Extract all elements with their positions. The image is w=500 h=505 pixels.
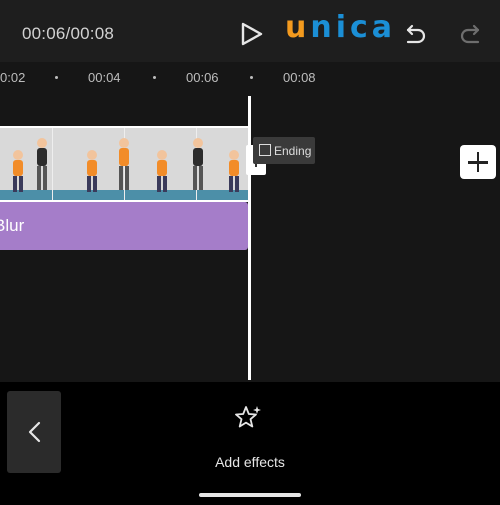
star-effects-icon[interactable] bbox=[233, 404, 263, 434]
ruler-tick: 00:06 bbox=[186, 70, 219, 85]
thumbnail-figure bbox=[37, 138, 47, 190]
ruler-tick: 00:04 bbox=[88, 70, 121, 85]
thumbnail-figure bbox=[87, 150, 97, 192]
ending-label: Ending bbox=[274, 144, 312, 158]
add-effects-button[interactable]: Add effects bbox=[0, 454, 500, 470]
bottom-panel: Add effects bbox=[0, 382, 500, 505]
plus-icon[interactable] bbox=[460, 145, 496, 179]
effect-track-label: Blur bbox=[0, 216, 25, 235]
ruler-dot bbox=[55, 76, 58, 79]
home-indicator bbox=[199, 493, 301, 497]
thumbnail-figure bbox=[193, 138, 203, 190]
ending-clip[interactable]: Ending bbox=[253, 137, 315, 164]
playback-time: 00:06/00:08 bbox=[22, 24, 115, 43]
unica-logo: unica bbox=[285, 10, 397, 45]
play-icon[interactable] bbox=[238, 21, 264, 47]
thumbnail-figure bbox=[229, 150, 239, 192]
thumbnail-figure bbox=[119, 138, 129, 190]
thumbnail-figure bbox=[13, 150, 23, 192]
time-ruler: 0:02 00:04 00:06 00:08 bbox=[0, 62, 500, 92]
video-clip[interactable] bbox=[0, 126, 248, 202]
effect-track-blur[interactable]: Blur bbox=[0, 202, 248, 250]
redo-icon[interactable] bbox=[458, 22, 484, 48]
thumbnail-figure bbox=[157, 150, 167, 192]
undo-icon[interactable] bbox=[402, 22, 428, 48]
ending-icon bbox=[259, 144, 271, 156]
ruler-tick: 0:02 bbox=[0, 70, 26, 85]
top-bar: 00:06/00:08 unica bbox=[0, 0, 500, 62]
ruler-dot bbox=[153, 76, 156, 79]
ruler-tick: 00:08 bbox=[283, 70, 316, 85]
playhead[interactable] bbox=[248, 96, 251, 380]
ruler-dot bbox=[250, 76, 253, 79]
